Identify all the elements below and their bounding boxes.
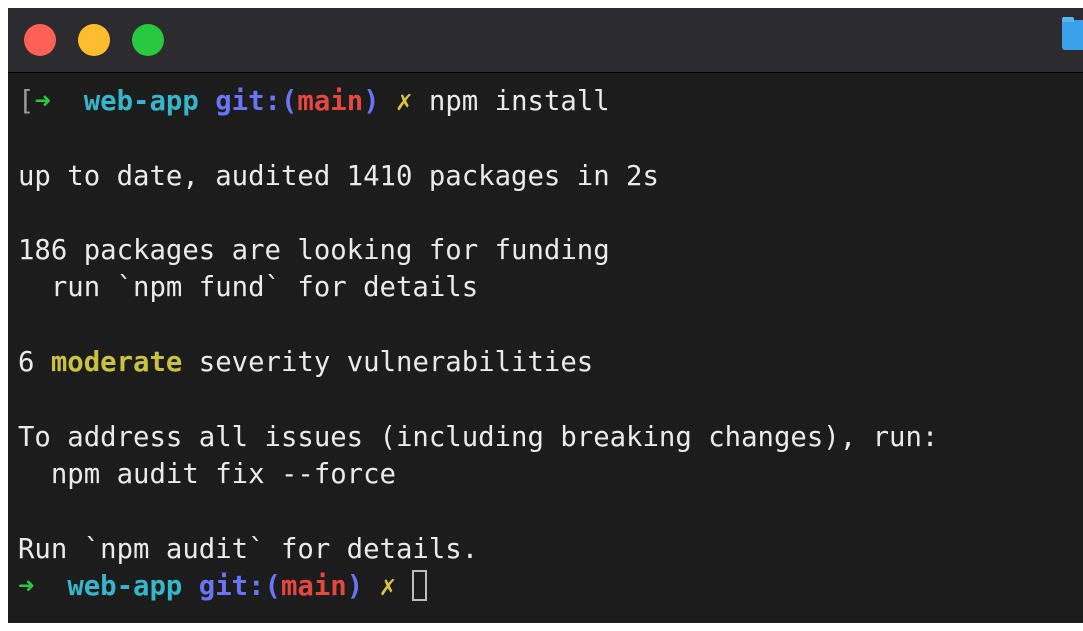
prompt-git-prefix: git:(: [215, 86, 298, 117]
active-prompt-branch: main: [280, 571, 347, 602]
text-cursor[interactable]: [412, 570, 428, 601]
vulnerability-suffix: severity vulnerabilities: [198, 347, 594, 378]
active-prompt-line[interactable]: ➜ web-app git:(main) ✗: [18, 568, 428, 605]
prompt-git-suffix: ): [363, 86, 380, 117]
minimize-window-button[interactable]: [78, 24, 110, 56]
audit-summary-line: up to date, audited 1410 packages in 2s: [18, 161, 659, 192]
details-hint-line: Run `npm audit` for details.: [18, 534, 479, 565]
prompt-open-bracket: [: [18, 86, 35, 117]
folder-icon: [1062, 17, 1083, 50]
prompt-dirty-icon: ✗: [396, 86, 413, 117]
zoom-window-button[interactable]: [132, 24, 164, 56]
terminal-window: [➜ web-app git:(main) ✗ npm install up t…: [8, 8, 1083, 623]
active-prompt-git-prefix: git:(: [198, 571, 281, 602]
funding-line: 186 packages are looking for funding: [18, 235, 610, 266]
funding-hint-line: run `npm fund` for details: [18, 272, 479, 303]
active-prompt-git-suffix: ): [346, 571, 364, 602]
fix-intro-line: To address all issues (including breakin…: [18, 422, 939, 453]
close-window-button[interactable]: [24, 24, 56, 56]
prompt-line: [➜ web-app git:(main) ✗ npm install: [18, 83, 610, 120]
terminal-output[interactable]: [➜ web-app git:(main) ✗ npm install up t…: [8, 83, 1083, 623]
command-text: npm install: [428, 86, 610, 117]
active-prompt-dirty-icon: ✗: [379, 571, 397, 602]
prompt-directory: web-app: [83, 86, 199, 117]
vulnerability-line: 6 moderate severity vulnerabilities: [18, 344, 593, 381]
active-prompt-directory: web-app: [67, 571, 183, 602]
prompt-arrow-icon: ➜: [34, 86, 51, 117]
title-bar: [8, 8, 1083, 73]
fix-command-line: npm audit fix --force: [18, 459, 396, 490]
vulnerability-severity: moderate: [50, 347, 183, 378]
vulnerability-count: 6: [18, 347, 35, 378]
prompt-branch: main: [297, 86, 364, 117]
active-prompt-arrow-icon: ➜: [18, 571, 35, 602]
